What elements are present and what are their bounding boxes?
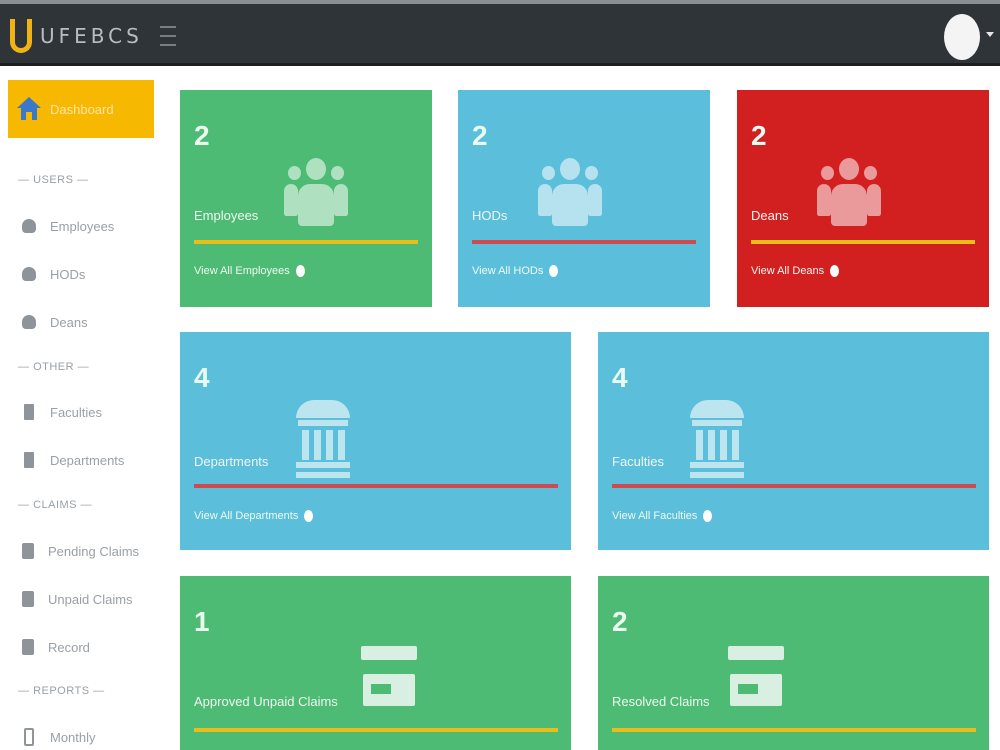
user-icon: [22, 267, 36, 281]
card-label: Approved Unpaid Claims: [194, 694, 338, 709]
card-divider: [194, 240, 418, 244]
sidebar-item-label: Employees: [50, 218, 115, 234]
sidebar-item-pending-claims[interactable]: Pending Claims: [22, 537, 139, 565]
card-divider: [612, 484, 976, 488]
sidebar-item-faculties[interactable]: Faculties: [22, 398, 102, 426]
section-label-other: — OTHER —: [18, 361, 90, 373]
view-all-faculties-link[interactable]: View All Faculties: [612, 510, 713, 522]
card-divider: [194, 484, 558, 488]
sidebar-item-label: HODs: [50, 266, 86, 282]
home-icon: [17, 97, 41, 121]
card-deans: 2 Deans View All Deans: [737, 90, 989, 307]
sidebar-item-label: Departments: [50, 452, 125, 468]
section-label-reports: — REPORTS —: [18, 685, 105, 697]
sidebar-item-label: Dashboard: [50, 101, 114, 117]
users-icon: [817, 158, 881, 228]
sidebar-item-deans[interactable]: Deans: [22, 308, 88, 336]
document-icon: [22, 543, 34, 559]
card-label: Resolved Claims: [612, 694, 710, 709]
card-count: 4: [194, 362, 210, 393]
arrow-circle-right-icon: [703, 510, 713, 522]
view-all-employees-link[interactable]: View All Employees: [194, 265, 305, 277]
sidebar-item-label: Monthly: [50, 729, 96, 745]
money-icon: [361, 646, 417, 716]
money-icon: [728, 646, 784, 716]
sidebar-item-dashboard[interactable]: Dashboard: [8, 80, 154, 138]
arrow-circle-right-icon: [295, 265, 305, 277]
building-icon: [24, 452, 34, 468]
card-divider: [472, 240, 696, 244]
card-approved-unpaid-claims: 1 Approved Unpaid Claims: [180, 576, 571, 750]
users-icon: [284, 158, 348, 228]
logo-text: UFEBCS: [40, 24, 143, 48]
card-label: Faculties: [612, 454, 665, 469]
card-count: 1: [194, 606, 210, 637]
sidebar-item-label: Pending Claims: [48, 543, 140, 559]
arrow-circle-right-icon: [549, 265, 559, 277]
card-resolved-claims: 2 Resolved Claims: [598, 576, 989, 750]
section-label-claims: — CLAIMS —: [18, 499, 93, 511]
card-divider: [751, 240, 975, 244]
chevron-down-icon[interactable]: [986, 32, 994, 37]
sidebar-item-record[interactable]: Record: [22, 633, 90, 661]
view-all-hods-link[interactable]: View All HODs: [472, 265, 559, 277]
users-icon: [538, 158, 602, 228]
card-label: Deans: [751, 208, 789, 223]
document-icon: [22, 639, 34, 655]
sidebar: Dashboard — USERS — Employees HODs Deans…: [0, 66, 163, 750]
card-count: 2: [612, 606, 628, 637]
bank-icon: [296, 400, 350, 478]
app-logo[interactable]: UFEBCS: [10, 16, 143, 56]
view-all-departments-link[interactable]: View All Departments: [194, 510, 314, 522]
menu-toggle-icon[interactable]: [160, 26, 176, 46]
sidebar-item-employees[interactable]: Employees: [22, 212, 114, 240]
card-departments: 4 Departments View All Departments: [180, 332, 571, 550]
arrow-circle-right-icon: [830, 265, 840, 277]
card-hods: 2 HODs View All HODs: [458, 90, 710, 307]
building-icon: [24, 404, 34, 420]
arrow-circle-right-icon: [304, 510, 314, 522]
sidebar-item-label: Faculties: [50, 404, 103, 420]
top-navbar: UFEBCS: [0, 0, 1000, 66]
card-label: Departments: [194, 454, 269, 469]
card-count: 2: [194, 120, 210, 151]
card-label: Employees: [194, 208, 259, 223]
card-count: 2: [472, 120, 488, 151]
logo-mark-icon: [10, 19, 32, 53]
card-employees: 2 Employees View All Employees: [180, 90, 432, 307]
document-icon: [22, 591, 34, 607]
sidebar-item-unpaid-claims[interactable]: Unpaid Claims: [22, 585, 133, 613]
card-divider: [612, 728, 976, 732]
mobile-icon: [24, 728, 34, 746]
sidebar-item-label: Unpaid Claims: [48, 591, 133, 607]
section-label-users: — USERS —: [18, 174, 89, 186]
bank-icon: [690, 400, 744, 478]
card-faculties: 4 Faculties View All Faculties: [598, 332, 989, 550]
sidebar-item-departments[interactable]: Departments: [22, 446, 124, 474]
card-count: 2: [751, 120, 767, 151]
user-icon: [22, 219, 36, 233]
card-count: 4: [612, 362, 628, 393]
user-avatar[interactable]: [944, 14, 980, 60]
sidebar-item-monthly[interactable]: Monthly: [22, 723, 96, 750]
view-all-deans-link[interactable]: View All Deans: [751, 265, 840, 277]
user-icon: [22, 315, 36, 329]
card-divider: [194, 728, 558, 732]
sidebar-item-label: Record: [48, 639, 90, 655]
sidebar-item-hods[interactable]: HODs: [22, 260, 85, 288]
card-label: HODs: [472, 208, 508, 223]
sidebar-item-label: Deans: [50, 314, 88, 330]
